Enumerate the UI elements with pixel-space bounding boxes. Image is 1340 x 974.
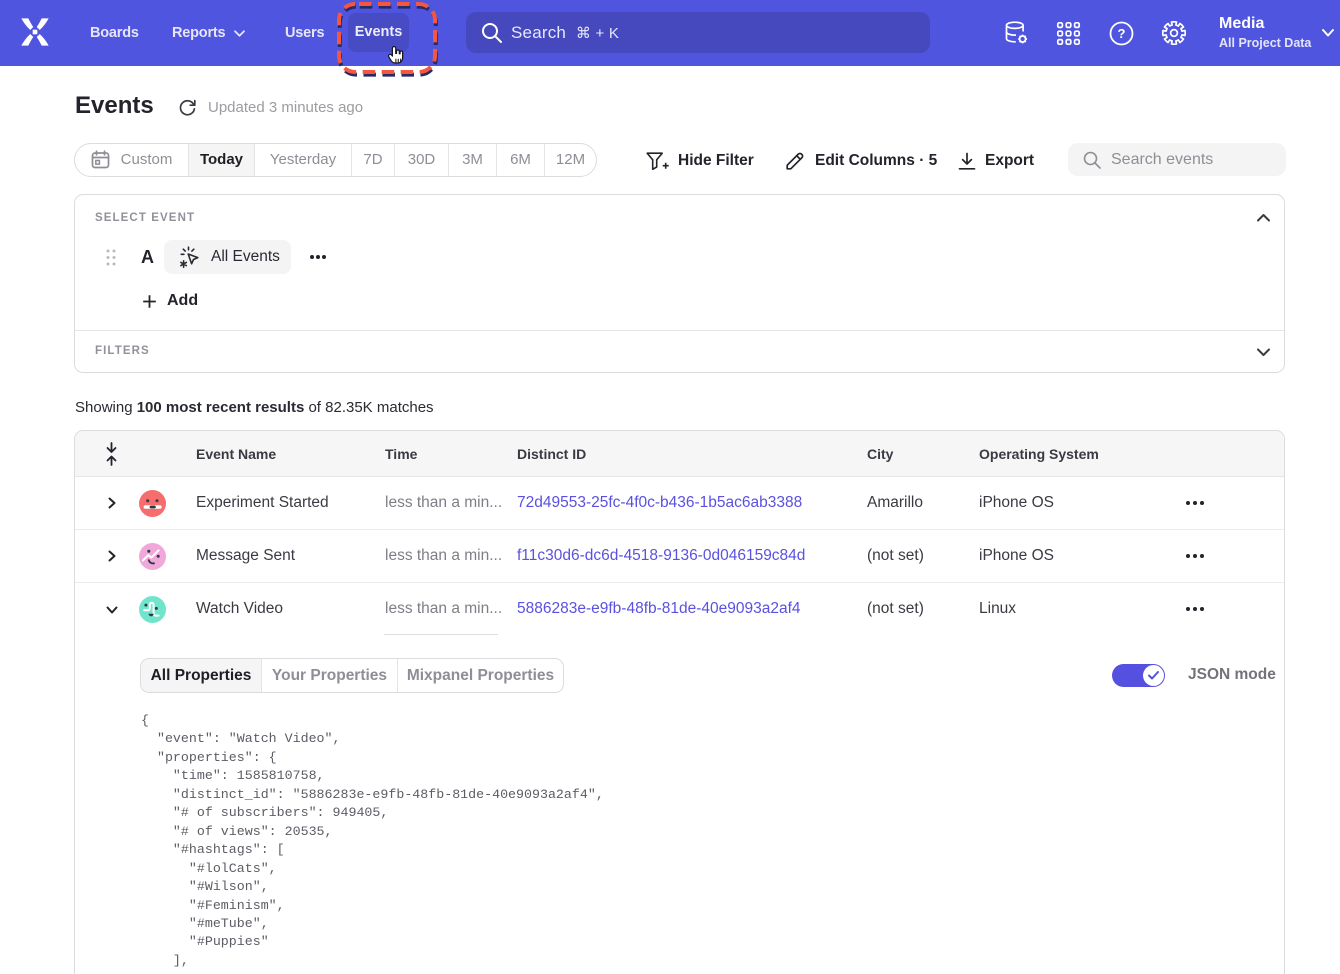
svg-text:?: ? bbox=[1118, 26, 1126, 41]
